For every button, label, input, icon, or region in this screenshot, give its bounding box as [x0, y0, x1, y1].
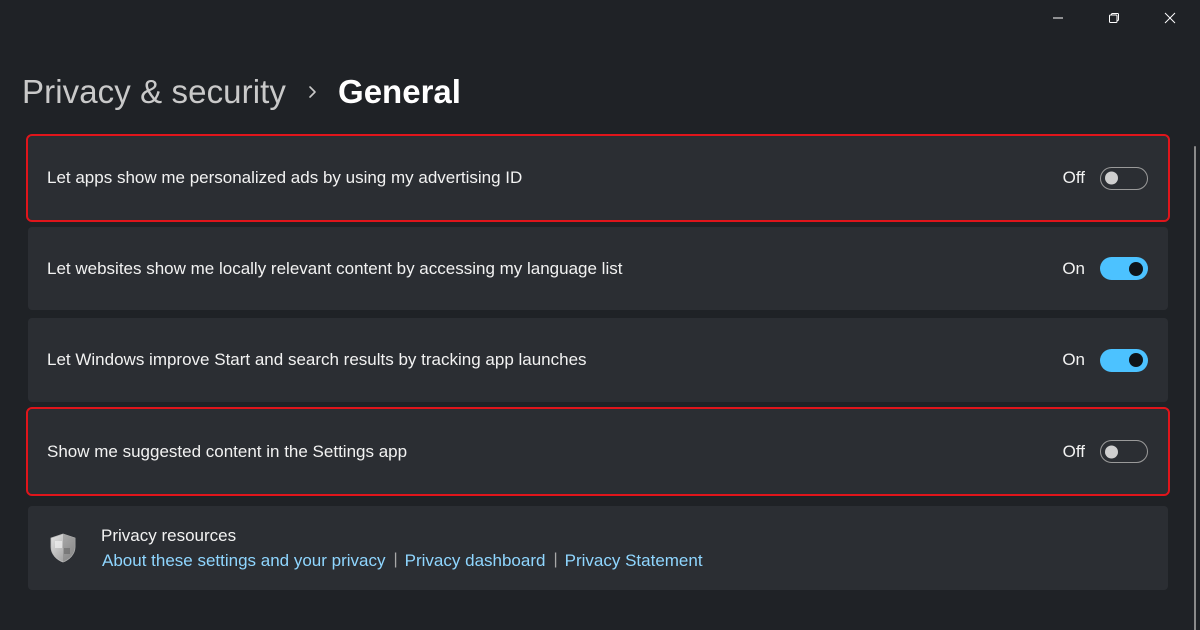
- toggle-state-text: Off: [1062, 441, 1085, 461]
- privacy-resources-card: Privacy resources About these settings a…: [28, 506, 1168, 590]
- link-divider: |: [553, 550, 558, 568]
- link-divider: |: [393, 550, 398, 568]
- link-privacy-statement[interactable]: Privacy Statement: [565, 551, 703, 571]
- breadcrumb-parent[interactable]: Privacy & security: [22, 73, 286, 111]
- shield-icon: [48, 533, 78, 563]
- chevron-right-icon: [308, 85, 318, 99]
- setting-language-list: Let websites show me locally relevant co…: [28, 227, 1168, 310]
- suggested-content-toggle[interactable]: [1100, 440, 1148, 463]
- setting-label: Let Windows improve Start and search res…: [47, 350, 587, 369]
- setting-label: Show me suggested content in the Setting…: [47, 441, 408, 461]
- app-launch-tracking-toggle[interactable]: [1100, 348, 1148, 372]
- close-icon: [1164, 12, 1176, 24]
- minimize-button[interactable]: [1030, 0, 1086, 36]
- vertical-scrollbar[interactable]: [1194, 146, 1196, 630]
- privacy-resources-links: About these settings and your privacy | …: [100, 551, 703, 571]
- advertising-id-toggle[interactable]: [1100, 166, 1148, 190]
- link-privacy-dashboard[interactable]: Privacy dashboard: [405, 551, 546, 571]
- setting-advertising-id: Let apps show me personalized ads by usi…: [26, 134, 1170, 222]
- restore-icon: [1108, 12, 1120, 24]
- setting-label: Let websites show me locally relevant co…: [47, 258, 623, 278]
- toggle-state-text: On: [1062, 350, 1085, 369]
- toggle-state-text: Off: [1062, 168, 1085, 187]
- page-title: General: [338, 73, 461, 110]
- setting-suggested-content: Show me suggested content in the Setting…: [26, 407, 1170, 496]
- toggle-knob: [1129, 353, 1143, 367]
- toggle-knob: [1105, 171, 1118, 185]
- toggle-knob: [1105, 445, 1118, 458]
- language-list-toggle[interactable]: [1100, 257, 1148, 280]
- minimize-icon: [1052, 12, 1064, 24]
- privacy-resources-title: Privacy resources: [101, 525, 237, 545]
- close-button[interactable]: [1142, 0, 1198, 36]
- setting-label: Let apps show me personalized ads by usi…: [47, 168, 523, 187]
- toggle-knob: [1129, 261, 1143, 276]
- settings-window: Privacy & security General Let apps show…: [0, 0, 1200, 630]
- breadcrumb: Privacy & security General: [22, 66, 461, 118]
- setting-app-launch-tracking: Let Windows improve Start and search res…: [28, 318, 1168, 402]
- toggle-state-text: On: [1062, 258, 1085, 278]
- link-about-settings-privacy[interactable]: About these settings and your privacy: [102, 551, 386, 571]
- privacy-resources-text: Privacy resources About these settings a…: [100, 526, 703, 571]
- maximize-button[interactable]: [1086, 0, 1142, 36]
